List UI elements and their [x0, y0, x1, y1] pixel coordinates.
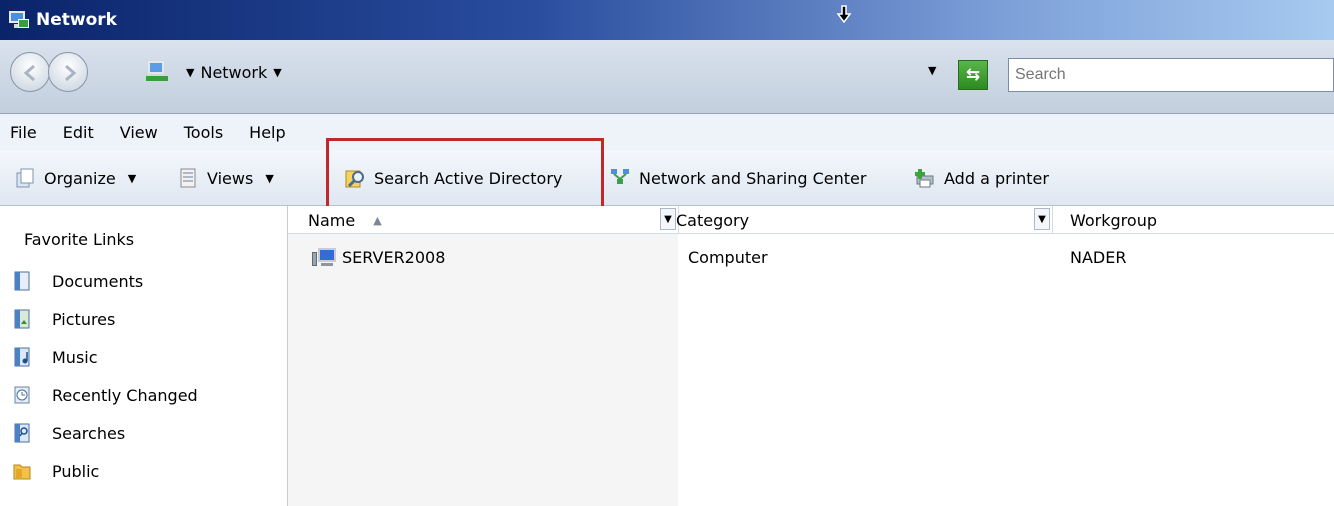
- sidebar-item-music[interactable]: Music: [12, 346, 98, 368]
- menu-file[interactable]: File: [10, 123, 37, 142]
- address-bar[interactable]: ▼ Network ▼: [138, 50, 998, 94]
- column-header-name[interactable]: Name ▲: [308, 206, 680, 234]
- organize-button[interactable]: Organize ▼: [14, 160, 136, 196]
- refresh-icon: ⇆: [965, 65, 981, 85]
- computer-name: SERVER2008: [342, 247, 446, 267]
- search-active-directory-label: Search Active Directory: [374, 168, 563, 188]
- menu-bar: File Edit View Tools Help: [0, 114, 1334, 150]
- menu-tools[interactable]: Tools: [184, 123, 223, 142]
- searches-icon: [14, 423, 30, 443]
- column-workgroup-label: Workgroup: [1070, 210, 1157, 230]
- cell-name[interactable]: SERVER2008: [312, 244, 445, 270]
- search-active-directory-button[interactable]: Search Active Directory: [344, 160, 562, 196]
- sidebar-item-label: Recently Changed: [52, 385, 198, 405]
- window-title: Network: [36, 10, 117, 30]
- network-and-sharing-center-button[interactable]: Network and Sharing Center: [609, 160, 866, 196]
- chevron-down-icon[interactable]: ▼: [273, 66, 281, 79]
- menu-edit[interactable]: Edit: [63, 123, 94, 142]
- printer-icon: [915, 169, 934, 188]
- search-directory-icon: [345, 170, 364, 188]
- title-bar: Network: [0, 0, 1334, 40]
- views-icon: [180, 168, 196, 188]
- column-name-label: Name: [308, 210, 356, 230]
- public-folder-icon: [13, 464, 31, 480]
- file-list: SERVER2008 Computer NADER: [288, 234, 1334, 506]
- computer-icon: [312, 246, 338, 268]
- music-icon: [14, 347, 30, 367]
- sidebar-item-documents[interactable]: Documents: [12, 270, 143, 292]
- pictures-icon: [14, 309, 30, 329]
- network-sharing-icon: [611, 169, 629, 184]
- sidebar-item-recently-changed[interactable]: Recently Changed: [12, 384, 198, 406]
- search-input[interactable]: [1008, 58, 1334, 92]
- recently-changed-icon: [14, 386, 30, 404]
- network-icon: [146, 61, 170, 83]
- column-name-filter-dropdown[interactable]: ▼: [660, 208, 676, 230]
- add-printer-button[interactable]: Add a printer: [914, 160, 1049, 196]
- sidebar-item-label: Searches: [52, 423, 126, 443]
- sidebar-item-public[interactable]: Public: [12, 460, 99, 482]
- refresh-button[interactable]: ⇆: [958, 60, 988, 90]
- navigation-pane: Favorite Links Documents Pictures Music …: [0, 206, 288, 506]
- command-toolbar: Organize ▼ Views ▼ Search Active Directo…: [0, 150, 1334, 206]
- chevron-down-icon: ▼: [265, 171, 274, 185]
- sidebar-item-label: Documents: [52, 271, 144, 291]
- cell-workgroup: NADER: [1070, 247, 1127, 267]
- address-dropdown-icon[interactable]: ▼: [928, 64, 936, 77]
- address-row: ▼ Network ▼ ▼ ⇆: [0, 40, 1334, 114]
- network-and-sharing-center-label: Network and Sharing Center: [639, 168, 867, 188]
- column-header-workgroup[interactable]: Workgroup: [1070, 206, 1334, 234]
- chevron-down-icon: ▼: [127, 171, 137, 185]
- organize-label: Organize: [44, 168, 116, 188]
- chevron-down-icon[interactable]: ▼: [186, 66, 194, 79]
- views-button[interactable]: Views ▼: [177, 160, 274, 196]
- sidebar-item-label: Pictures: [52, 309, 116, 329]
- sort-ascending-icon: ▲: [373, 213, 382, 227]
- arrow-left-icon: [23, 64, 35, 82]
- sidebar-item-searches[interactable]: Searches: [12, 422, 125, 444]
- column-category-filter-dropdown[interactable]: ▼: [1034, 208, 1050, 230]
- table-row[interactable]: SERVER2008 Computer NADER: [288, 244, 1334, 270]
- column-headers: Name ▲ ▼ Category ▼ Workgroup: [288, 206, 1334, 234]
- network-icon: [8, 9, 30, 31]
- sidebar-item-pictures[interactable]: Pictures: [12, 308, 115, 330]
- forward-button[interactable]: [48, 52, 88, 92]
- documents-icon: [14, 271, 30, 291]
- column-header-category[interactable]: Category: [676, 206, 1046, 234]
- menu-view[interactable]: View: [120, 123, 158, 142]
- arrow-right-icon: [65, 64, 77, 82]
- cell-category: Computer: [688, 247, 768, 267]
- views-label: Views: [207, 168, 254, 188]
- breadcrumb-network[interactable]: Network: [200, 63, 267, 82]
- back-button[interactable]: [10, 52, 50, 92]
- column-divider[interactable]: [1052, 206, 1053, 234]
- add-printer-label: Add a printer: [944, 168, 1049, 188]
- organize-icon: [16, 168, 34, 188]
- sorted-column-background: [288, 234, 678, 506]
- favorite-links-heading: Favorite Links: [24, 230, 135, 249]
- column-category-label: Category: [676, 210, 750, 230]
- sidebar-item-label: Public: [52, 461, 100, 481]
- menu-help[interactable]: Help: [249, 123, 285, 142]
- mouse-cursor-icon: [836, 5, 852, 24]
- sidebar-item-label: Music: [52, 347, 98, 367]
